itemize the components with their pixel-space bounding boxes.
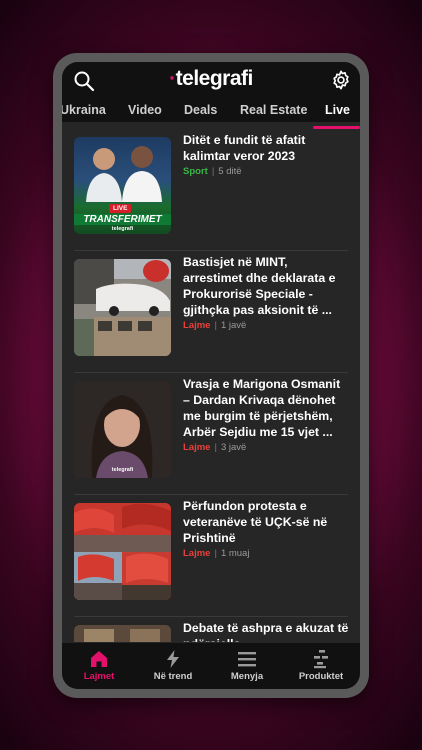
meta-separator: | xyxy=(214,548,217,559)
thumbnail-graphic xyxy=(74,381,171,478)
meta-separator: | xyxy=(214,320,217,331)
meta-separator: | xyxy=(211,166,215,177)
category-tabs: Ukraina Video Deals Real Estate Live xyxy=(62,100,360,122)
nav-label: Menyja xyxy=(230,671,264,682)
app-screen: ·telegrafi Ukraina Video Deals Real Esta… xyxy=(62,62,360,689)
article-time: 1 javë xyxy=(220,320,247,331)
thumbnail-graphic xyxy=(74,503,171,600)
tab-live[interactable]: Live xyxy=(325,103,350,117)
live-badge: LIVE xyxy=(109,204,132,213)
article-feed[interactable]: LIVE TRANSFERIMET telegrafi Ditët e fund… xyxy=(62,129,360,642)
nav-label: Produktet xyxy=(298,671,344,682)
article-time: 5 ditë xyxy=(218,166,242,177)
transfer-banner: TRANSFERIMET xyxy=(83,214,162,225)
article-card[interactable]: LIVE TRANSFERIMET telegrafi Ditët e fund… xyxy=(74,129,348,251)
bolt-icon xyxy=(167,650,179,668)
article-meta: Lajme | 3 javë xyxy=(183,442,246,453)
nav-label: Lajmet xyxy=(83,671,115,682)
menu-icon xyxy=(238,652,256,667)
article-category[interactable]: Lajme xyxy=(183,548,210,559)
thumbnail-brand: telegrafi xyxy=(111,467,134,473)
thumbnail-graphic xyxy=(74,625,171,642)
article-title[interactable]: Ditët e fundit të afatit kalimtar veror … xyxy=(183,132,349,164)
article-card[interactable]: Bastisjet në MINT, arrestimet dhe deklar… xyxy=(74,251,348,373)
article-thumbnail[interactable] xyxy=(74,503,171,600)
article-title[interactable]: Përfundon protesta e veteranëve të UÇK-s… xyxy=(183,498,349,546)
logo-text: telegrafi xyxy=(175,67,254,90)
article-meta: Lajme | 1 javë xyxy=(183,320,246,331)
thumbnail-brand: telegrafi xyxy=(111,226,134,232)
article-thumbnail[interactable] xyxy=(74,259,171,356)
article-title[interactable]: Debate të ashpra e akuzat të ndërsjella xyxy=(183,620,349,642)
settings-button[interactable] xyxy=(330,69,352,91)
article-title[interactable]: Bastisjet në MINT, arrestimet dhe deklar… xyxy=(183,254,349,318)
article-time: 3 javë xyxy=(220,442,247,453)
article-card[interactable]: telegrafi Vrasja e Marigona Osmanit – Da… xyxy=(74,373,348,495)
tab-deals[interactable]: Deals xyxy=(184,103,217,117)
nav-trending[interactable]: Në trend xyxy=(136,643,210,689)
article-category[interactable]: Lajme xyxy=(183,320,210,331)
article-time: 1 muaj xyxy=(220,548,250,559)
app-logo[interactable]: ·telegrafi xyxy=(62,67,360,91)
article-thumbnail[interactable] xyxy=(74,625,171,642)
article-meta: Lajme | 1 muaj xyxy=(183,548,249,559)
article-title[interactable]: Vrasja e Marigona Osmanit – Dardan Kriva… xyxy=(183,376,349,440)
bottom-navigation: Lajmet Në trend Menyja Produktet xyxy=(62,643,360,689)
meta-separator: | xyxy=(214,442,217,453)
article-category[interactable]: Lajme xyxy=(183,442,210,453)
article-meta: Sport | 5 ditë xyxy=(183,166,242,177)
tab-ukraina[interactable]: Ukraina xyxy=(62,103,106,117)
gear-icon xyxy=(333,70,349,90)
article-card[interactable]: Përfundon protesta e veteranëve të UÇK-s… xyxy=(74,495,348,617)
article-thumbnail[interactable]: telegrafi xyxy=(74,381,171,478)
home-icon xyxy=(91,651,107,667)
article-thumbnail[interactable]: LIVE TRANSFERIMET telegrafi xyxy=(74,137,171,234)
tab-real-estate[interactable]: Real Estate xyxy=(240,103,307,117)
phone-frame: ·telegrafi Ukraina Video Deals Real Esta… xyxy=(53,53,369,698)
nav-products[interactable]: Produktet xyxy=(284,643,358,689)
thumbnail-graphic xyxy=(74,259,171,356)
article-card[interactable]: Debate të ashpra e akuzat të ndërsjella xyxy=(74,617,348,642)
article-category[interactable]: Sport xyxy=(183,166,208,177)
tab-video[interactable]: Video xyxy=(128,103,162,117)
nav-label: Në trend xyxy=(153,671,193,682)
nav-menu[interactable]: Menyja xyxy=(210,643,284,689)
nav-news[interactable]: Lajmet xyxy=(62,643,136,689)
products-icon xyxy=(314,650,328,669)
